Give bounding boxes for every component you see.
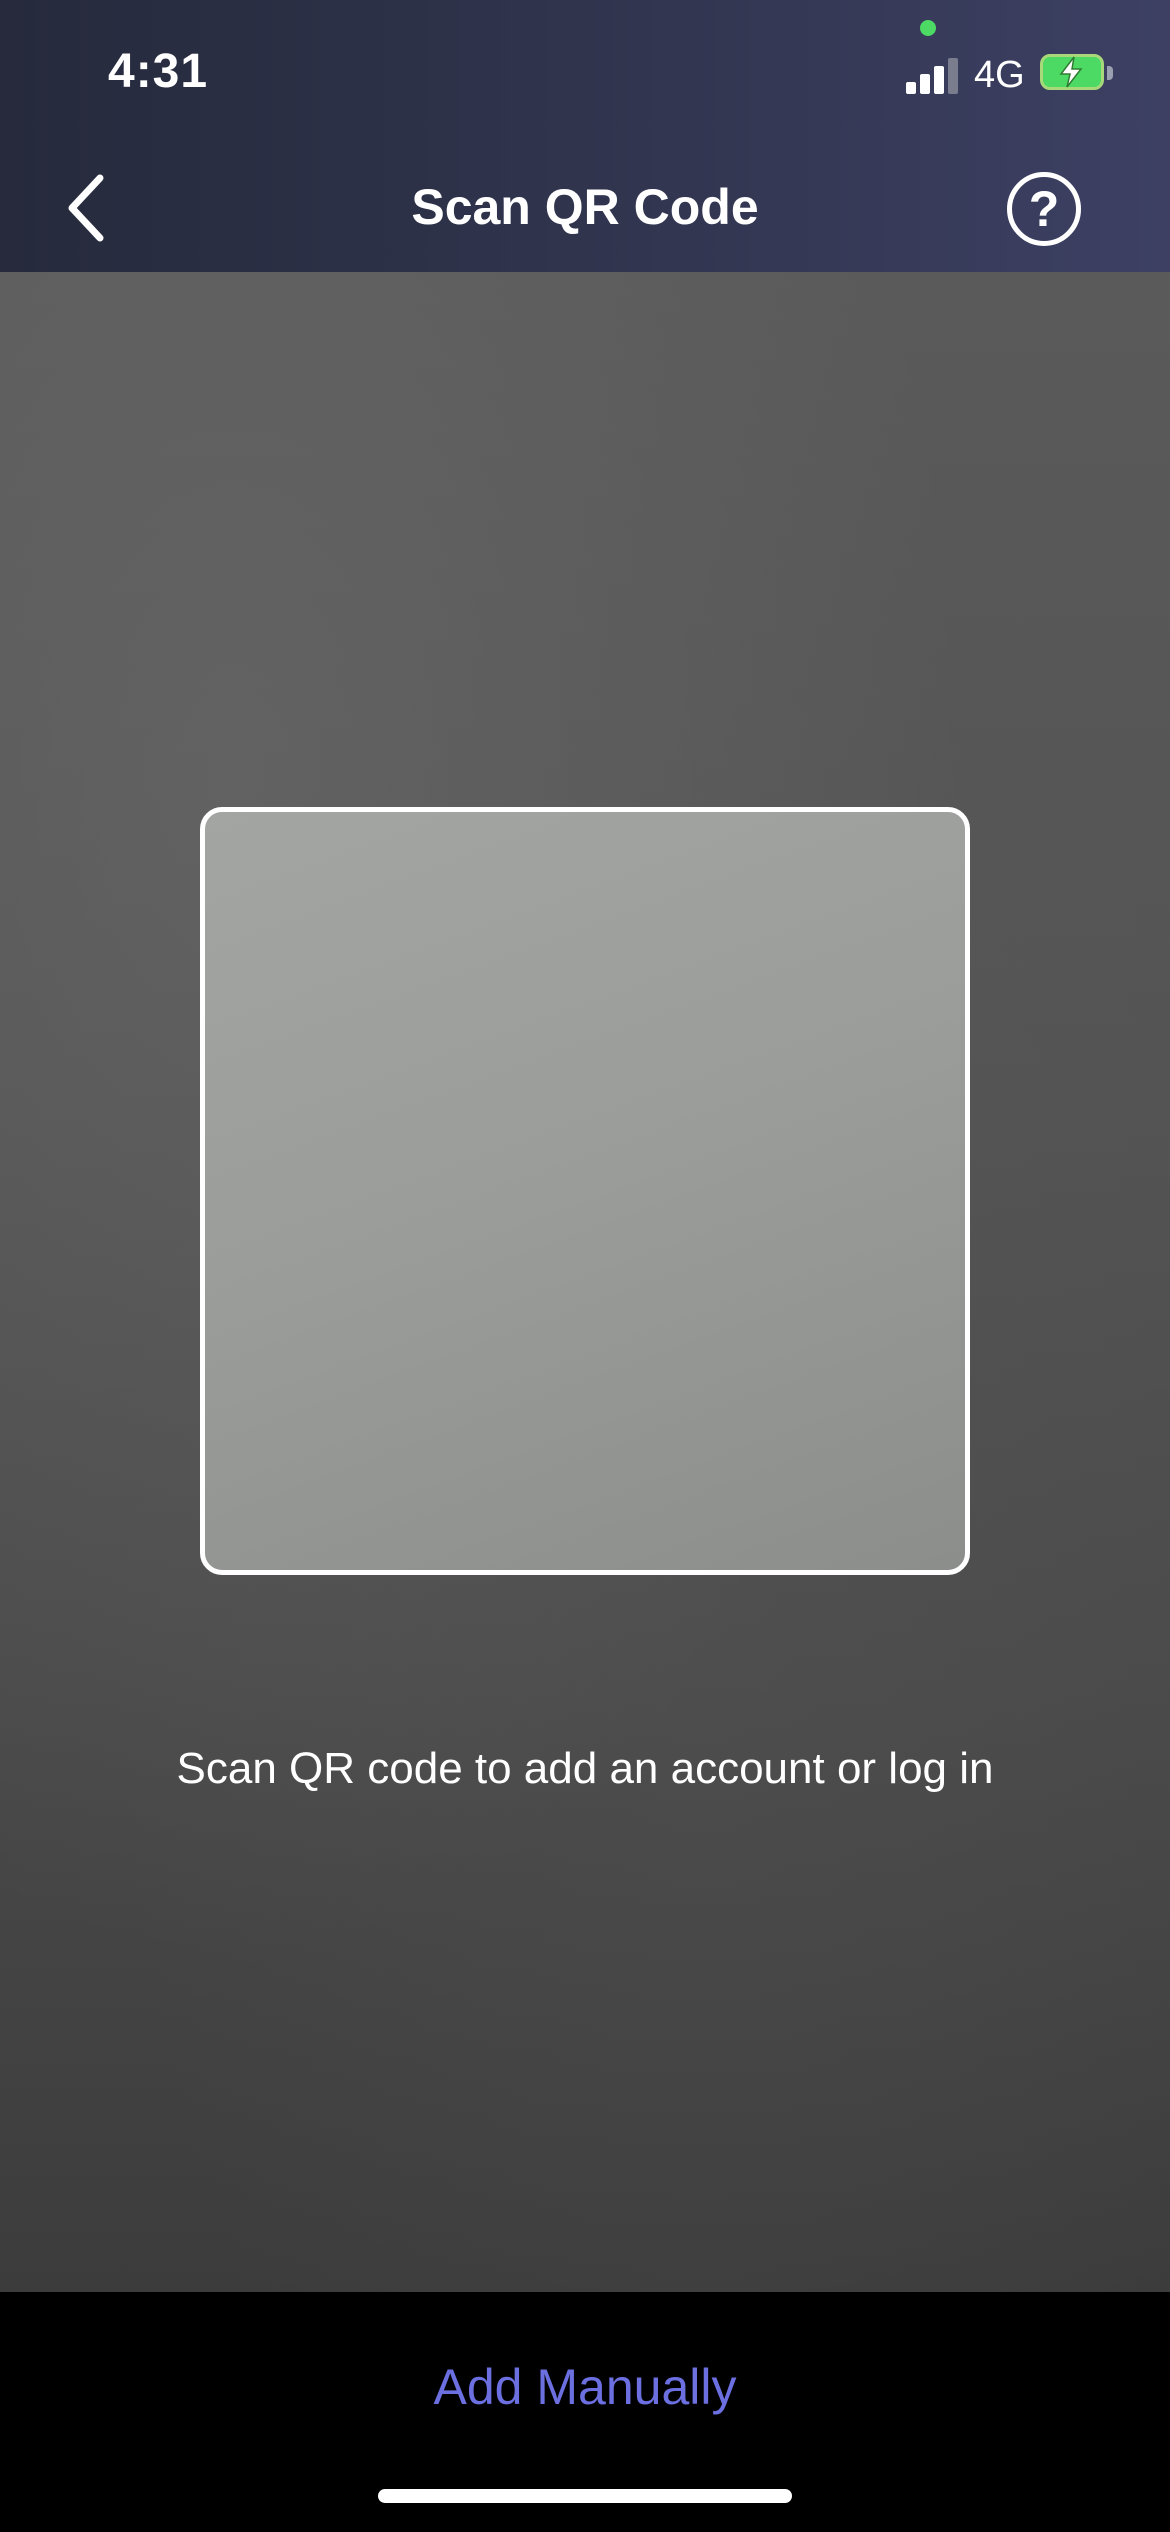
page-title: Scan QR Code [411, 179, 759, 235]
cellular-signal-icon [906, 54, 960, 94]
header: 4:31 4G Scan QR Code ? [0, 0, 1170, 272]
battery-charging-icon [1040, 54, 1116, 92]
scan-qr-screen: 4:31 4G Scan QR Code ? Scan QR code to a… [0, 0, 1170, 2532]
privacy-indicator-icon [920, 20, 936, 36]
status-time: 4:31 [108, 45, 209, 98]
scan-hint: Scan QR code to add an account or log in [176, 1744, 994, 1793]
add-manually-button[interactable]: Add Manually [0, 2358, 1170, 2416]
network-type: 4G [974, 54, 1025, 96]
question-circle-icon: ? [1028, 181, 1060, 237]
home-indicator [378, 2489, 792, 2503]
scan-frame [200, 807, 970, 1575]
help-button[interactable]: ? [1007, 172, 1081, 246]
